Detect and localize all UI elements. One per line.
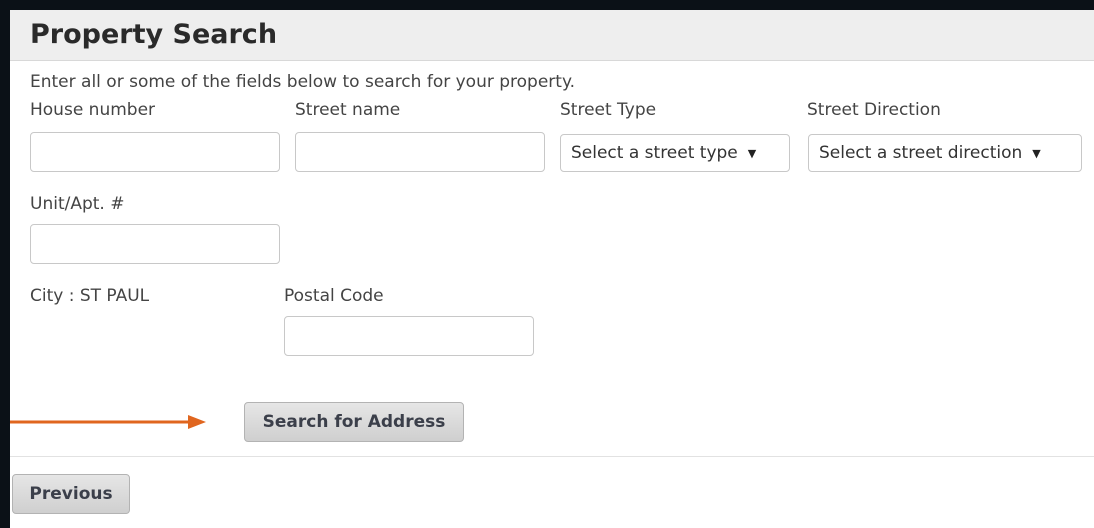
panel-header: Property Search [10, 10, 1094, 61]
pointer-arrow-icon [10, 415, 206, 429]
street-direction-select[interactable]: Select a street direction ▼ [808, 134, 1082, 172]
street-type-label: Street Type [560, 100, 657, 120]
dropdown-caret-icon: ▼ [1032, 146, 1041, 160]
street-type-select[interactable]: Select a street type ▼ [560, 134, 790, 172]
search-button-label: Search for Address [262, 412, 446, 432]
property-search-panel: Property Search Enter all or some of the… [10, 10, 1094, 528]
street-direction-selected: Select a street direction [819, 143, 1023, 163]
divider [10, 456, 1094, 457]
unit-label: Unit/Apt. # [30, 194, 125, 214]
previous-button[interactable]: Previous [12, 474, 130, 514]
postal-code-input[interactable] [284, 316, 534, 356]
house-number-label: House number [30, 100, 156, 120]
postal-code-label: Postal Code [284, 286, 384, 306]
page-title: Property Search [30, 19, 278, 50]
street-name-label: Street name [295, 100, 401, 120]
street-name-input[interactable] [295, 132, 545, 172]
house-number-input[interactable] [30, 132, 280, 172]
unit-input[interactable] [30, 224, 280, 264]
street-direction-label: Street Direction [807, 100, 941, 120]
instructions-text: Enter all or some of the fields below to… [30, 72, 575, 92]
city-text: City : ST PAUL [30, 286, 150, 306]
search-for-address-button[interactable]: Search for Address [244, 402, 464, 442]
street-type-selected: Select a street type [571, 143, 738, 163]
dropdown-caret-icon: ▼ [747, 146, 757, 160]
previous-button-label: Previous [29, 484, 113, 504]
